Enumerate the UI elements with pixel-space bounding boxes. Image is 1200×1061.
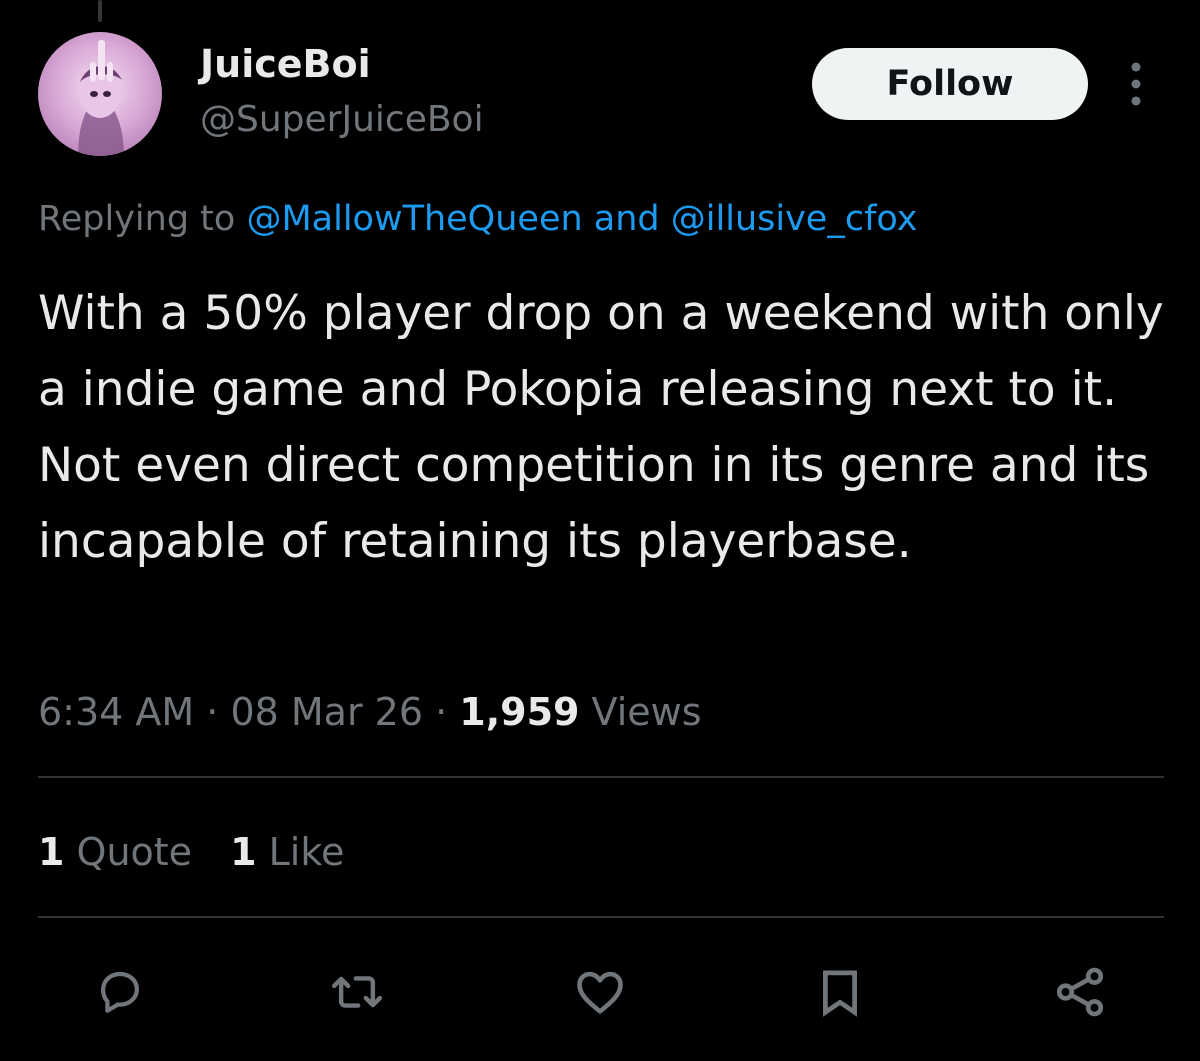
engagement-stats: 1 Quote 1 Like bbox=[38, 824, 344, 880]
replying-to-line: Replying to @MallowTheQueen and @illusiv… bbox=[38, 194, 917, 244]
views-label: Views bbox=[579, 690, 702, 734]
user-handle[interactable]: @SuperJuiceBoi bbox=[200, 96, 484, 144]
avatar[interactable] bbox=[38, 32, 162, 156]
bookmark-icon bbox=[823, 970, 857, 1017]
repost-icon bbox=[331, 976, 383, 1008]
meta-separator: · bbox=[423, 690, 460, 734]
likes-stat[interactable]: 1 Like bbox=[230, 830, 344, 874]
tweet-time[interactable]: 6:34 AM bbox=[38, 690, 194, 734]
more-vertical-icon[interactable] bbox=[1124, 58, 1148, 110]
share-button[interactable] bbox=[1050, 962, 1110, 1022]
follow-button[interactable]: Follow bbox=[812, 48, 1088, 120]
reply-button[interactable] bbox=[90, 962, 150, 1022]
quotes-label: Quote bbox=[64, 830, 193, 874]
likes-count: 1 bbox=[230, 830, 257, 874]
replying-to-label: Replying to bbox=[38, 199, 247, 239]
quotes-stat[interactable]: 1 Quote bbox=[38, 830, 192, 874]
share-icon bbox=[1056, 967, 1104, 1017]
divider bbox=[38, 776, 1164, 778]
likes-label: Like bbox=[256, 830, 345, 874]
views-count: 1,959 bbox=[459, 690, 580, 734]
tweet-text: With a 50% player drop on a weekend with… bbox=[38, 286, 1164, 569]
repost-button[interactable] bbox=[327, 962, 387, 1022]
avatar-image bbox=[38, 32, 162, 156]
quotes-count: 1 bbox=[38, 830, 65, 874]
replying-to-joiner: and bbox=[582, 199, 671, 239]
mention-link-illusive-cfox[interactable]: @illusive_cfox bbox=[671, 199, 918, 239]
meta-separator: · bbox=[194, 690, 231, 734]
reply-icon bbox=[100, 971, 140, 1013]
thread-connector-line bbox=[98, 0, 102, 22]
like-button[interactable] bbox=[570, 962, 630, 1022]
tweet-date[interactable]: 08 Mar 26 bbox=[230, 690, 423, 734]
display-name[interactable]: JuiceBoi bbox=[200, 40, 371, 88]
mention-link-mallowthequeen[interactable]: @MallowTheQueen bbox=[246, 199, 582, 239]
divider bbox=[38, 916, 1164, 918]
heart-icon bbox=[577, 971, 623, 1014]
bookmark-button[interactable] bbox=[810, 962, 870, 1022]
tweet-meta: 6:34 AM · 08 Mar 26 · 1,959 Views bbox=[38, 684, 702, 740]
